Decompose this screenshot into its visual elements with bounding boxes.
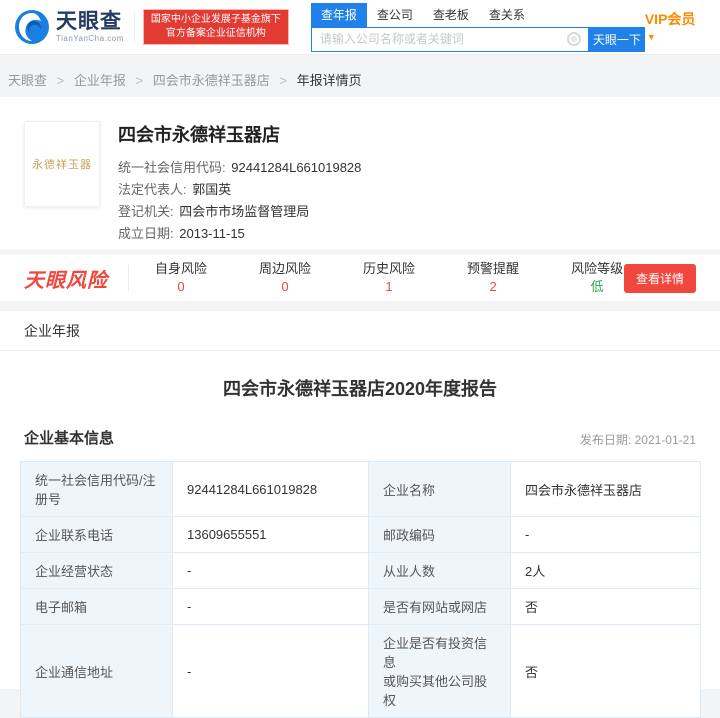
field-registry: 登记机关: 四会市市场监督管理局 (118, 201, 361, 223)
breadcrumb-home[interactable]: 天眼查 (8, 73, 47, 88)
header-divider (134, 12, 135, 42)
breadcrumb-separator: > (279, 73, 287, 88)
risk-item-history[interactable]: 历史风险 1 (363, 261, 415, 295)
tianyancha-swirl-icon (14, 9, 50, 45)
basic-info-table: 统一社会信用代码/注册号 92441284L661019828 企业名称 四会市… (20, 461, 701, 718)
company-logo-text: 永德祥玉器 (32, 156, 92, 172)
top-header: 天眼查 TianYanCha.com 国家中小企业发展子基金旗下 官方备案企业征… (0, 0, 720, 55)
breadcrumb-current: 年报详情页 (297, 73, 362, 88)
risk-brand-logo: 天眼风险 (24, 264, 108, 293)
tab-relation[interactable]: 查关系 (479, 3, 535, 27)
search-tabs: 查年报 查公司 查老板 查关系 (311, 3, 645, 27)
report-content: 四会市永德祥玉器店2020年度报告 企业基本信息 发布日期: 2021-01-2… (0, 351, 720, 689)
breadcrumb: 天眼查 > 企业年报 > 四会市永德祥玉器店 > 年报详情页 (0, 55, 720, 97)
table-row: 企业经营状态 - 从业人数 2人 (21, 553, 701, 589)
logo-subtitle: TianYanCha.com (56, 35, 124, 43)
field-established: 成立日期: 2013-11-15 (118, 223, 361, 245)
official-badge: 国家中小企业发展子基金旗下 官方备案企业征信机构 (143, 9, 289, 45)
annual-report-section-label: 企业年报 (0, 311, 720, 351)
tab-company[interactable]: 查公司 (367, 3, 423, 27)
caret-down-icon: ▼ (647, 32, 656, 42)
badge-line1: 国家中小企业发展子基金旗下 (151, 13, 281, 27)
field-credit-code: 统一社会信用代码: 92441284L661019828 (118, 157, 361, 179)
table-row: 统一社会信用代码/注册号 92441284L661019828 企业名称 四会市… (21, 462, 701, 517)
breadcrumb-annual-reports[interactable]: 企业年报 (74, 73, 126, 88)
breadcrumb-company[interactable]: 四会市永德祥玉器店 (153, 73, 270, 88)
search-input[interactable] (311, 27, 589, 52)
basic-info-heading: 企业基本信息 (24, 427, 114, 448)
badge-line2: 官方备案企业征信机构 (151, 27, 281, 41)
search-area: 查年报 查公司 查老板 查关系 天眼一下 (311, 3, 645, 52)
company-logo: 永德祥玉器 (24, 121, 100, 207)
risk-item-nearby[interactable]: 周边风险 0 (259, 261, 311, 295)
table-row: 企业联系电话 13609655551 邮政编码 - (21, 517, 701, 553)
report-title: 四会市永德祥玉器店2020年度报告 (20, 375, 700, 401)
risk-item-self[interactable]: 自身风险 0 (155, 261, 207, 295)
publish-date: 发布日期: 2021-01-21 (580, 431, 696, 448)
search-button[interactable]: 天眼一下 (589, 27, 645, 52)
camera-icon[interactable] (567, 32, 581, 46)
breadcrumb-separator: > (136, 73, 144, 88)
risk-detail-button[interactable]: 查看详情 (624, 264, 696, 293)
field-legal-rep: 法定代表人: 郭国英 (118, 179, 361, 201)
breadcrumb-separator: > (57, 73, 65, 88)
logo-title: 天眼查 (56, 11, 124, 32)
risk-bar: 天眼风险 自身风险 0 周边风险 0 历史风险 1 预警提醒 2 风险等级 低 … (0, 255, 720, 301)
table-row: 企业通信地址 - 企业是否有投资信息 或购买其他公司股权 否 (21, 625, 701, 718)
vip-label: VIP会员 (645, 11, 696, 27)
company-name: 四会市永德祥玉器店 (118, 121, 361, 147)
risk-item-warning[interactable]: 预警提醒 2 (467, 261, 519, 295)
tab-boss[interactable]: 查老板 (423, 3, 479, 27)
risk-item-level[interactable]: 风险等级 低 (571, 261, 623, 295)
tianyancha-logo[interactable]: 天眼查 TianYanCha.com (14, 9, 124, 45)
tab-annual-report[interactable]: 查年报 (311, 3, 367, 27)
vip-member-menu[interactable]: VIP会员 ▼ (645, 9, 702, 45)
risk-divider (128, 265, 129, 291)
company-card: 永德祥玉器 四会市永德祥玉器店 统一社会信用代码: 92441284L66101… (0, 97, 720, 249)
table-row: 电子邮箱 - 是否有网站或网店 否 (21, 589, 701, 625)
